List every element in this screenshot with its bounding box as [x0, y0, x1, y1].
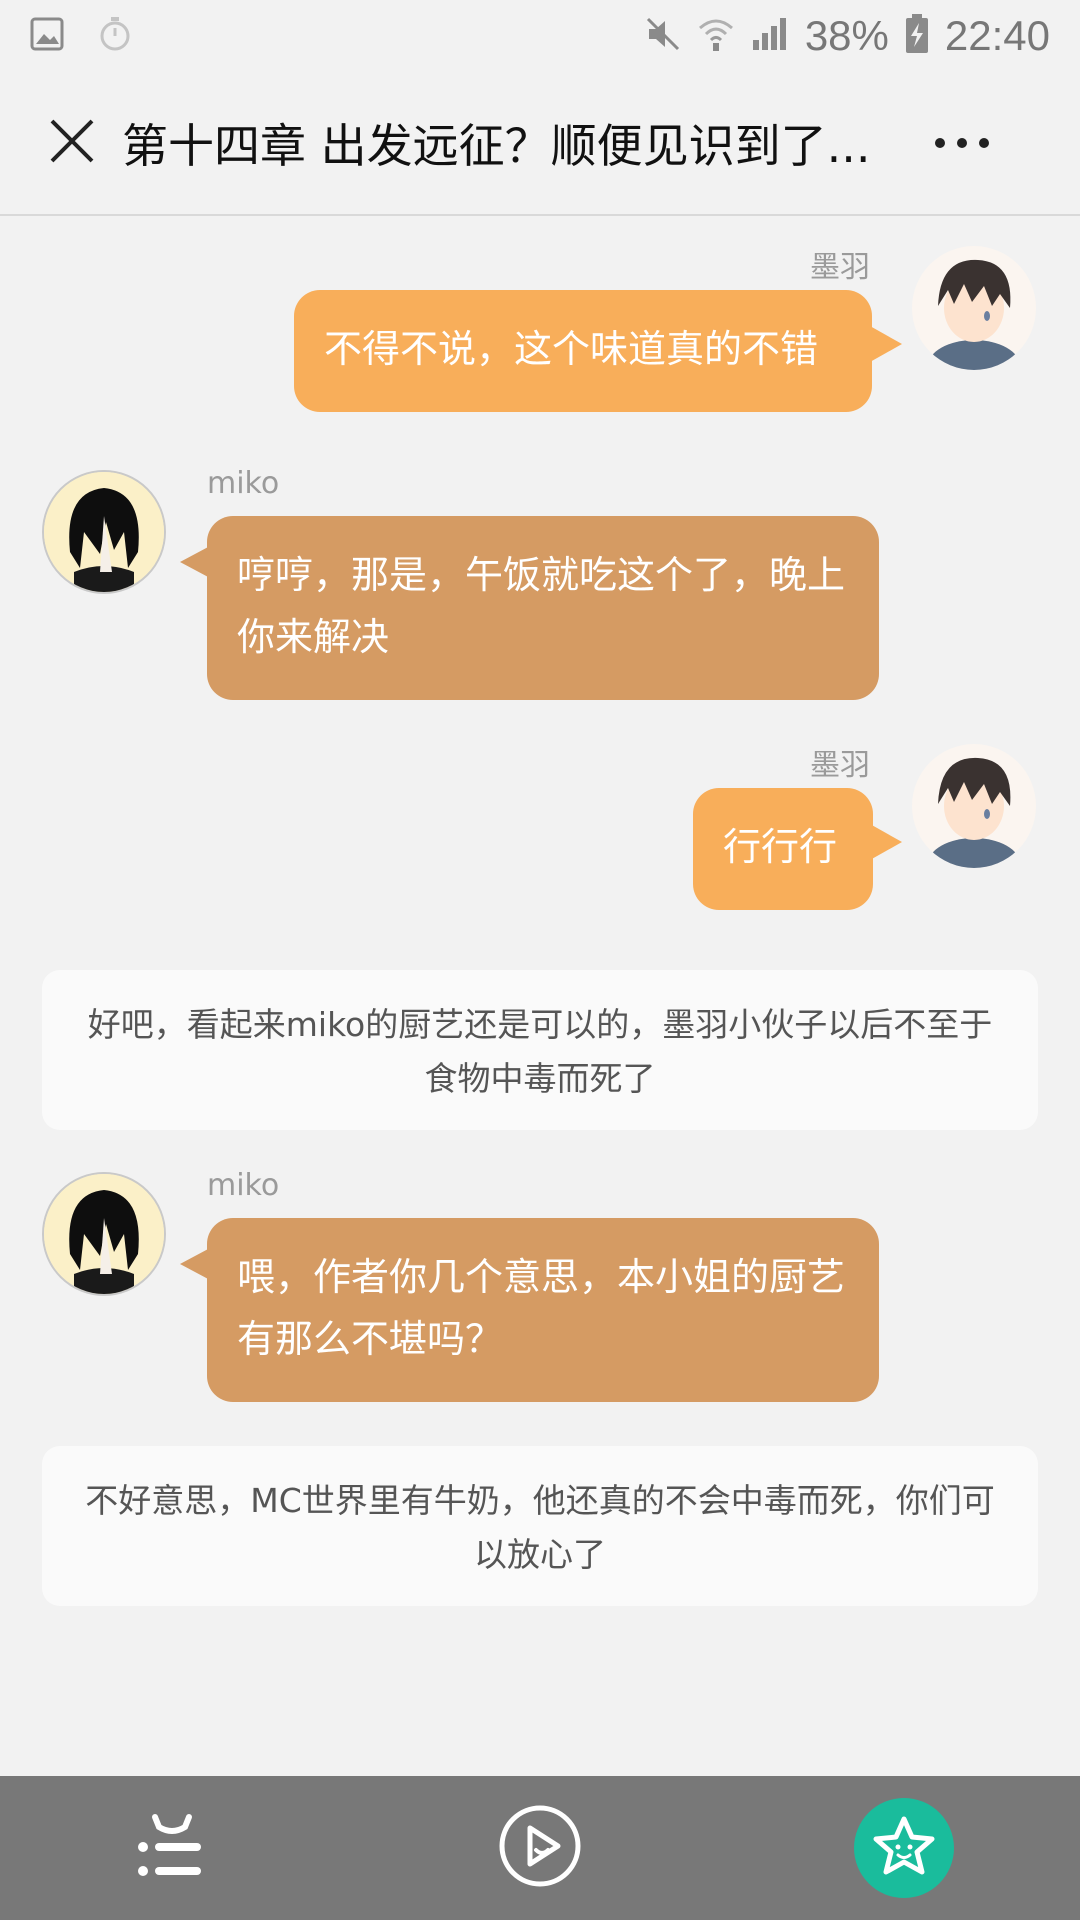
- image-icon: [30, 17, 64, 55]
- speaker-name: miko: [207, 1168, 280, 1203]
- wifi-icon: [697, 16, 735, 56]
- status-left: [30, 16, 166, 56]
- message-bubble-right: 行行行: [693, 788, 873, 910]
- more-button[interactable]: [902, 93, 1022, 193]
- menu-button[interactable]: [122, 1798, 222, 1898]
- speaker-name: 墨羽: [810, 250, 870, 285]
- avatar-miko[interactable]: [42, 470, 166, 594]
- battery-charging-icon: [905, 14, 929, 58]
- bottom-bar: [0, 1776, 1080, 1920]
- play-icon: [498, 1804, 582, 1892]
- message-text: 喂，作者你几个意思，本小姐的厨艺有那么不堪吗？: [237, 1255, 846, 1361]
- status-bar: 38% 22:40: [0, 0, 1080, 72]
- favorite-button[interactable]: [854, 1798, 954, 1898]
- play-button[interactable]: [490, 1798, 590, 1898]
- more-icon: [934, 134, 990, 153]
- clock: 22:40: [944, 12, 1050, 59]
- favorite-star-icon: [872, 1814, 936, 1882]
- message-bubble-left: 喂，作者你几个意思，本小姐的厨艺有那么不堪吗？: [207, 1218, 879, 1402]
- close-icon: [48, 117, 96, 169]
- menu-face-icon: [137, 1811, 207, 1885]
- close-button[interactable]: [22, 93, 122, 193]
- message-text: 哼哼，那是，午饭就吃这个了，晚上你来解决: [237, 553, 846, 659]
- battery-percent: 38%: [804, 12, 889, 59]
- narration-text: 好吧，看起来miko的厨艺还是可以的，墨羽小伙子以后不至于食物中毒而死了: [87, 1005, 993, 1098]
- message-bubble-right: 不得不说，这个味道真的不错: [294, 290, 872, 412]
- bubble-tail: [870, 326, 902, 362]
- bubble-tail: [870, 824, 902, 860]
- bubble-tail: [180, 1248, 210, 1280]
- narration-card: 好吧，看起来miko的厨艺还是可以的，墨羽小伙子以后不至于食物中毒而死了: [42, 970, 1038, 1130]
- avatar-miko[interactable]: [42, 1172, 166, 1296]
- mute-icon: [645, 16, 681, 56]
- narration-card: 不好意思，MC世界里有牛奶，他还真的不会中毒而死，你们可以放心了: [42, 1446, 1038, 1606]
- avatar-moyu[interactable]: [912, 246, 1036, 370]
- header: 第十四章 出发远征？顺便见识到了...: [0, 72, 1080, 216]
- timer-icon: [98, 16, 132, 56]
- page-title: 第十四章 出发远征？顺便见识到了...: [122, 119, 871, 173]
- narration-text: 不好意思，MC世界里有牛奶，他还真的不会中毒而死，你们可以放心了: [85, 1481, 995, 1574]
- message-text: 不得不说，这个味道真的不错: [324, 327, 819, 371]
- message-text: 行行行: [723, 825, 838, 869]
- avatar-moyu[interactable]: [912, 744, 1036, 868]
- speaker-name: 墨羽: [810, 748, 870, 783]
- speaker-name: miko: [207, 466, 280, 501]
- bubble-tail: [180, 546, 210, 578]
- status-right: 38% 22:40: [629, 12, 1050, 60]
- signal-icon: [751, 16, 789, 56]
- message-bubble-left: 哼哼，那是，午饭就吃这个了，晚上你来解决: [207, 516, 879, 700]
